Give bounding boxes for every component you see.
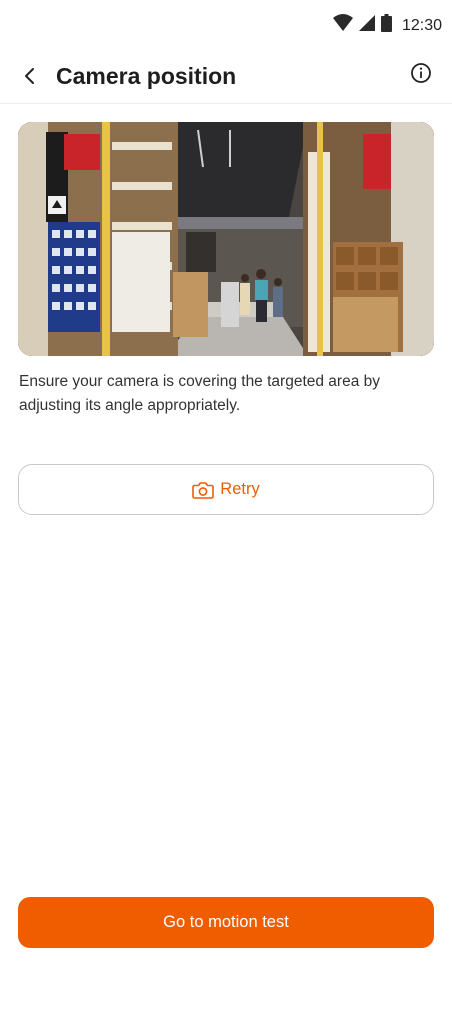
go-to-motion-test-button[interactable]: Go to motion test xyxy=(18,897,434,948)
status-time: 12:30 xyxy=(401,16,442,34)
camera-preview xyxy=(18,122,434,356)
info-icon xyxy=(411,63,431,83)
info-button[interactable] xyxy=(408,60,434,86)
go-to-motion-test-label: Go to motion test xyxy=(163,913,289,931)
status-bar: 12:30 xyxy=(0,0,452,50)
app-bar: Camera position xyxy=(0,50,452,104)
back-button[interactable] xyxy=(14,60,46,92)
wifi-icon xyxy=(332,14,353,37)
instruction-text: Ensure your camera is covering the targe… xyxy=(19,373,380,414)
page-title: Camera position xyxy=(56,63,237,89)
cellular-signal-icon xyxy=(358,14,375,37)
battery-icon xyxy=(380,14,392,37)
retry-button[interactable]: Retry xyxy=(18,464,434,515)
camera-icon xyxy=(192,481,215,499)
camera-preview-image xyxy=(18,122,434,356)
status-icons: 12:30 xyxy=(332,14,442,37)
retry-button-label: Retry xyxy=(220,480,260,498)
chevron-left-icon xyxy=(25,68,34,84)
